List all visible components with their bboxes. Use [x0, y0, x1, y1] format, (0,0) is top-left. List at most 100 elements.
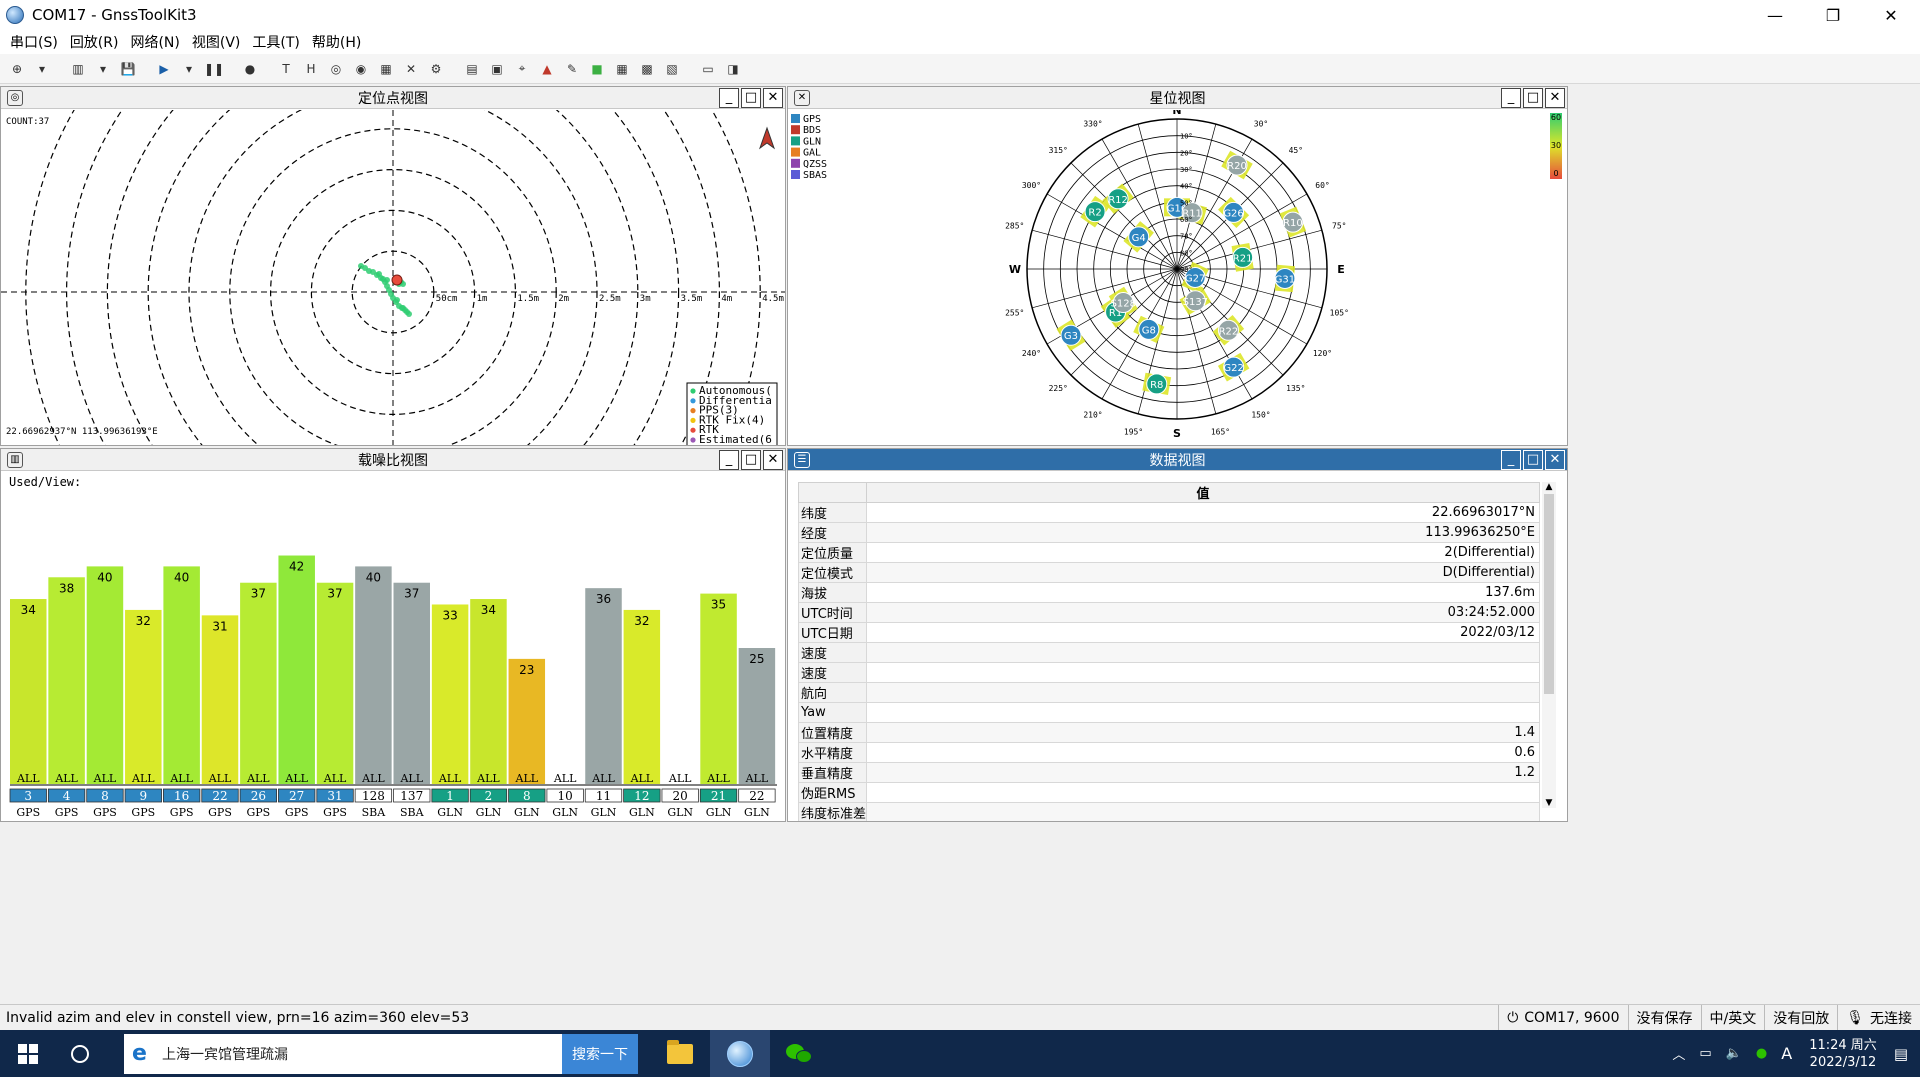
menu-tools[interactable]: 工具(T): [252, 32, 299, 52]
pane-minimize-button[interactable]: _: [1501, 450, 1521, 470]
folder-icon: [667, 1039, 693, 1064]
pause-icon[interactable]: ❚❚: [203, 58, 225, 80]
table-row[interactable]: UTC日期 2022/03/12: [797, 622, 1540, 643]
ime-indicator[interactable]: A: [1781, 1044, 1792, 1063]
dropdown-icon[interactable]: ▾: [178, 58, 200, 80]
vertical-scrollbar[interactable]: ▲ ▼: [1542, 482, 1556, 808]
layout2-icon[interactable]: ◨: [722, 58, 744, 80]
circle-icon: [71, 1044, 89, 1063]
menu-network[interactable]: 网络(N): [130, 32, 179, 52]
prn-label: 21: [711, 789, 726, 803]
connect-icon[interactable]: ⊕: [6, 58, 28, 80]
grid-icon[interactable]: ▦: [611, 58, 633, 80]
cardinal-label: S: [1173, 427, 1181, 440]
wechat-app[interactable]: [770, 1030, 830, 1077]
satellite-prn: G22: [1223, 363, 1243, 374]
clock[interactable]: 11:24 周六 2022/3/12: [1809, 1037, 1877, 1071]
close-button[interactable]: ✕: [1862, 0, 1920, 30]
map-icon[interactable]: ▣: [486, 58, 508, 80]
dropdown-icon[interactable]: ▾: [92, 58, 114, 80]
fix-point: [400, 305, 406, 311]
antenna-icon[interactable]: ⌖: [511, 58, 533, 80]
start-button[interactable]: [0, 1030, 56, 1077]
azimuth-label: 105°: [1330, 308, 1349, 317]
position-plot[interactable]: 50cm 1m 1.5m 2m 2.5m 3m 3.5m 4m 4.5m COUNT:37 22.6…: [1, 87, 785, 446]
edit-icon[interactable]: ▧: [661, 58, 683, 80]
pane-maximize-button[interactable]: □: [741, 88, 761, 108]
pane-minimize-button[interactable]: _: [719, 450, 739, 470]
pane-close-button[interactable]: ✕: [1545, 450, 1565, 470]
explorer-app[interactable]: [650, 1030, 710, 1077]
satellite-prn: R12: [1108, 195, 1128, 206]
gnsstoolkit-app[interactable]: [710, 1030, 770, 1077]
table-row[interactable]: 速度: [797, 642, 1540, 663]
fix-point: [376, 271, 382, 277]
table-row[interactable]: 纬度标准差: [797, 801, 1540, 821]
table-row[interactable]: 定位质量 2(Differential): [797, 542, 1540, 563]
chevron-up-icon[interactable]: ︿: [1672, 1044, 1685, 1063]
table-row[interactable]: 纬度 22.66963017°N: [797, 502, 1540, 523]
hex-icon[interactable]: H: [300, 58, 322, 80]
snr-bar: [623, 609, 661, 784]
green-icon[interactable]: ■: [586, 58, 608, 80]
cardinal-label: N: [1172, 110, 1181, 117]
status-port: ⏻ COM17, 9600: [1498, 1005, 1627, 1030]
volume-icon[interactable]: 🔈: [1726, 1046, 1742, 1061]
table-row[interactable]: UTC时间 03:24:52.000: [797, 602, 1540, 623]
cortana-button[interactable]: [56, 1030, 104, 1077]
notification-icon[interactable]: ▤: [1894, 1045, 1908, 1063]
menu-view[interactable]: 视图(V): [192, 32, 241, 52]
pane-minimize-button[interactable]: _: [1501, 88, 1521, 108]
position-legend: Autonomous(DifferentiaPPS(3)RTK Fix(4)RT…: [686, 382, 778, 445]
text-icon[interactable]: T: [275, 58, 297, 80]
menu-playback[interactable]: 回放(R): [70, 32, 119, 52]
layout-icon[interactable]: ▭: [697, 58, 719, 80]
app-icon: [6, 6, 24, 24]
clock-date: 2022/3/12: [1809, 1054, 1877, 1070]
maximize-button[interactable]: ❐: [1804, 0, 1862, 30]
menu-serial[interactable]: 串口(S): [10, 32, 58, 52]
table-row[interactable]: 航向: [797, 682, 1540, 703]
minimize-button[interactable]: —: [1746, 0, 1804, 30]
pane-close-button[interactable]: ✕: [763, 450, 783, 470]
battery-icon[interactable]: ▭: [1699, 1046, 1711, 1061]
table-row[interactable]: 伪距RMS: [797, 781, 1540, 803]
row-value: [866, 801, 1540, 821]
pane-minimize-button[interactable]: _: [719, 88, 739, 108]
sky-plot[interactable]: G16 G26R21G31G27S137R22G22R8G8G3R1S128G4R…: [788, 103, 1567, 446]
search-button[interactable]: 搜索一下: [562, 1033, 638, 1074]
table-row[interactable]: 水平精度 0.6: [797, 741, 1540, 763]
tool-icon[interactable]: ✎: [561, 58, 583, 80]
table-icon[interactable]: ▤: [461, 58, 483, 80]
snr-view-icon[interactable]: ▦: [375, 58, 397, 80]
target-icon[interactable]: ◎: [325, 58, 347, 80]
current-position-marker: [391, 274, 403, 286]
serial-icon[interactable]: ▥: [67, 58, 89, 80]
search-box[interactable]: e 上海一宾馆管理疏漏 搜索一下: [124, 1033, 638, 1074]
table-row[interactable]: Yaw: [797, 702, 1540, 723]
settings-icon[interactable]: ⚙: [425, 58, 447, 80]
menu-help[interactable]: 帮助(H): [312, 32, 361, 52]
rtk-icon[interactable]: ▲: [536, 58, 558, 80]
pane-maximize-button[interactable]: □: [1523, 88, 1543, 108]
table-row[interactable]: 位置精度 1.4: [797, 721, 1540, 743]
conn-text: 无连接: [1870, 1010, 1912, 1027]
row-value: [866, 682, 1540, 703]
chart-icon[interactable]: ▩: [636, 58, 658, 80]
position-view-icon[interactable]: ◉: [350, 58, 372, 80]
pane-maximize-button[interactable]: □: [741, 450, 761, 470]
table-row[interactable]: 定位模式 D(Differential): [797, 562, 1540, 583]
wechat-tray-icon[interactable]: ●: [1756, 1046, 1767, 1061]
save-icon[interactable]: 💾: [117, 58, 139, 80]
table-row[interactable]: 垂直精度 1.2: [797, 761, 1540, 783]
pane-close-button[interactable]: ✕: [1545, 88, 1565, 108]
play-icon[interactable]: ▶: [153, 58, 175, 80]
dropdown-icon[interactable]: ▾: [31, 58, 53, 80]
table-row[interactable]: 速度: [797, 662, 1540, 683]
pane-close-button[interactable]: ✕: [763, 88, 783, 108]
record-icon[interactable]: ●: [239, 58, 261, 80]
skyview-icon[interactable]: ✕: [400, 58, 422, 80]
pane-maximize-button[interactable]: □: [1523, 450, 1543, 470]
table-row[interactable]: 海拔 137.6m: [797, 582, 1540, 603]
table-row[interactable]: 经度 113.99636250°E: [797, 522, 1540, 543]
